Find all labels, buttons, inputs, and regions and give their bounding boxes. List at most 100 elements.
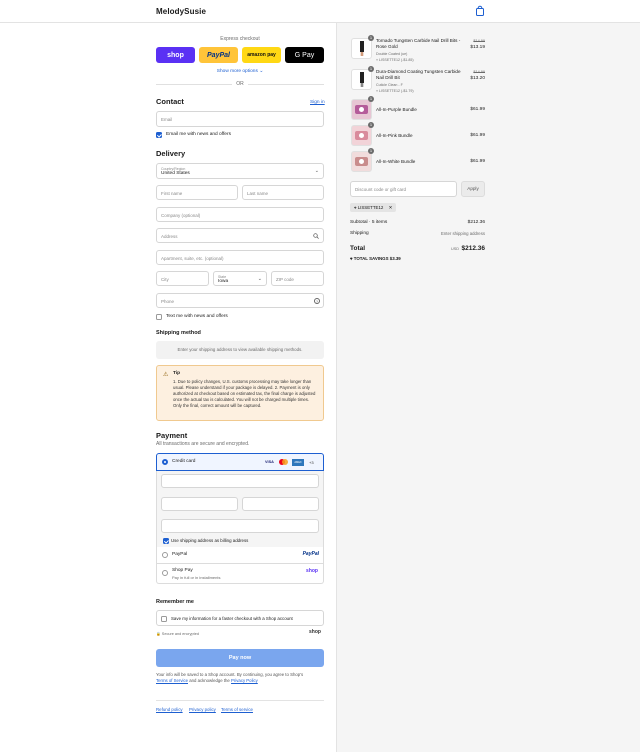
more-cards-count: +3 (309, 459, 314, 465)
show-more-options-link[interactable]: Show more options ⌄ (156, 69, 324, 74)
city-field[interactable]: City (156, 271, 209, 286)
site-header: MelodySusie (0, 0, 640, 23)
shop-pay-sublabel: Pay in full or in installments (172, 575, 221, 580)
tag-icon: ⌖ (350, 256, 353, 261)
secure-note: 🔒 Secure and encrypted (156, 632, 199, 636)
express-checkout-label: Express checkout (220, 36, 260, 42)
last-name-field[interactable]: Last name (242, 185, 324, 200)
shop-pay-option[interactable]: Shop Pay Pay in full or in installments … (156, 564, 324, 584)
product-thumbnail (351, 99, 372, 120)
email-news-label: Email me with news and offers (166, 132, 231, 137)
bundle-image (355, 131, 368, 140)
tip-body: 1. Due to policy changes, U.S. customs p… (173, 379, 316, 408)
save-info-label: Save my information for a faster checkou… (171, 615, 293, 621)
shipping-method-placeholder: Enter your shipping address to view avai… (156, 341, 324, 359)
card-fields-panel: Use shipping address as billing address (156, 471, 324, 547)
save-info-checkbox[interactable] (161, 615, 167, 622)
payment-subtitle: All transactions are secure and encrypte… (156, 441, 250, 447)
currency-code: USD (451, 247, 460, 251)
country-select[interactable]: Country/Region United States ⌄ (156, 163, 324, 179)
address-field[interactable]: Address (156, 228, 324, 243)
sms-news-label: Text me with news and offers (166, 314, 228, 319)
billing-same-checkbox[interactable] (163, 538, 169, 544)
sign-in-link[interactable]: Sign in (310, 100, 325, 105)
zip-field[interactable]: ZIP code (271, 271, 324, 286)
product-discount: ⌖ LISSETTE12 (-$1.85) (376, 58, 414, 62)
footer-divider (156, 700, 324, 701)
paypal-label: PayPal (172, 552, 188, 557)
phone-field[interactable]: Phone ? (156, 293, 324, 308)
card-number-field[interactable] (161, 474, 319, 488)
terms-link[interactable]: Terms of Service (156, 678, 188, 683)
brand-name[interactable]: MelodySusie (156, 7, 206, 16)
contact-heading: Contact (156, 97, 184, 106)
delivery-heading: Delivery (156, 149, 186, 158)
discount-code-field[interactable]: Discount code or gift card (350, 181, 457, 197)
pay-now-button[interactable]: Pay now (156, 649, 324, 667)
checkout-form: Express checkout shop PayPal amazon pay … (0, 23, 336, 752)
mastercard-icon (279, 459, 288, 465)
product-price: $13.20 (470, 76, 485, 81)
tip-title: Tip (173, 371, 181, 376)
amex-icon: AMEX (292, 458, 304, 466)
product-thumbnail (351, 38, 372, 59)
google-pay-button[interactable]: G Pay (285, 47, 324, 63)
email-news-checkbox[interactable] (156, 132, 162, 138)
apply-discount-button[interactable]: Apply (461, 181, 485, 197)
product-thumbnail (351, 125, 372, 146)
tag-icon: ⌖ (376, 89, 379, 93)
card-cvc-field[interactable] (242, 497, 319, 511)
card-expiry-field[interactable] (161, 497, 238, 511)
chevron-down-icon: ⌄ (257, 276, 262, 282)
refund-policy-link[interactable]: Refund policy (156, 707, 183, 712)
shipping-label: Shipping (350, 231, 369, 236)
email-field[interactable]: Email (156, 111, 324, 127)
legal-text: Your info will be saved to a Shop accoun… (156, 672, 304, 683)
help-icon[interactable]: ? (314, 297, 320, 304)
subtotal-value: $212.36 (467, 220, 485, 225)
shop-pay-button[interactable]: shop (156, 47, 195, 63)
remember-me-box: Save my information for a faster checkou… (156, 610, 324, 626)
or-divider-label: OR (232, 81, 248, 87)
privacy-link[interactable]: Privacy Policy (231, 678, 258, 683)
chevron-down-icon: ⌄ (314, 168, 319, 174)
lock-icon: 🔒 (156, 632, 161, 636)
product-thumbnail (351, 151, 372, 172)
shipping-value: Enter shipping address (441, 231, 485, 236)
product-variant: Double Coated (ue) (376, 52, 408, 56)
close-icon[interactable]: ✕ (389, 205, 393, 210)
privacy-policy-link[interactable]: Privacy policy (189, 707, 216, 712)
total-value: $212.36 (461, 245, 486, 252)
bundle-image (355, 157, 368, 166)
paypal-button[interactable]: PayPal (199, 47, 238, 63)
state-select[interactable]: State Iowa ⌄ (213, 271, 267, 286)
quantity-badge: 1 (368, 96, 374, 102)
visa-icon: VISA (265, 459, 274, 464)
radio-unselected[interactable] (162, 570, 168, 576)
shopping-bag-icon[interactable] (474, 5, 486, 17)
shop-logo: shop (309, 629, 321, 635)
product-discount: ⌖ LISSETTE12 (-$1.79) (376, 89, 414, 93)
tag-icon: ⌖ (376, 58, 379, 62)
shipping-method-heading: Shipping method (156, 330, 201, 336)
payment-heading: Payment (156, 431, 188, 440)
quantity-badge: 1 (368, 148, 374, 154)
radio-unselected[interactable] (162, 552, 168, 558)
sms-news-checkbox[interactable] (156, 314, 162, 320)
product-thumbnail (351, 69, 372, 90)
credit-card-option[interactable]: Credit card VISA AMEX +3 (156, 453, 324, 471)
product-name: All-In-Pink Bundle (376, 133, 413, 138)
first-name-field[interactable]: First name (156, 185, 238, 200)
card-name-field[interactable] (161, 519, 319, 533)
paypal-option[interactable]: PayPal PayPal (156, 547, 324, 564)
discount-chip: ⌖ LISSETTE12 ✕ (350, 203, 397, 212)
company-field[interactable]: Company (optional) (156, 207, 324, 222)
terms-of-service-link[interactable]: Terms of service (221, 707, 253, 712)
shop-logo: shop (306, 568, 318, 574)
radio-selected[interactable] (162, 459, 168, 465)
apartment-field[interactable]: Apartment, suite, etc. (optional) (156, 250, 324, 265)
paypal-logo: PayPal (302, 551, 319, 557)
amazon-pay-button[interactable]: amazon pay (242, 47, 281, 63)
subtotal-label: Subtotal · 5 items (350, 220, 388, 225)
product-name: All-In-White Bundle (376, 159, 416, 164)
